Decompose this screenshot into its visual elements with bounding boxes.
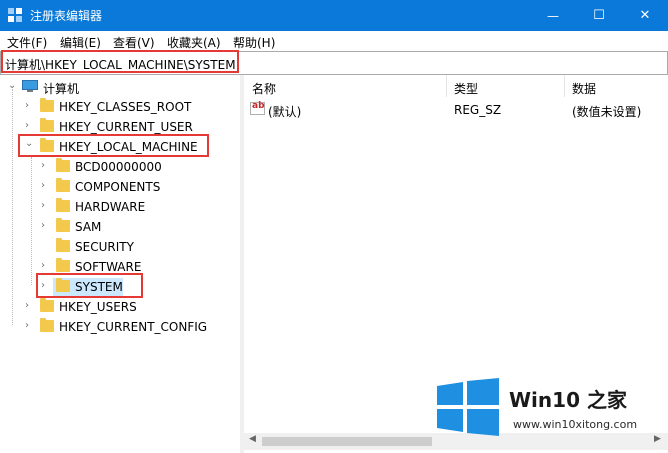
window-title: 注册表编辑器 (30, 9, 103, 23)
tree-item-components[interactable]: › COMPONENTS (0, 177, 240, 197)
tree-label: COMPONENTS (75, 180, 161, 194)
menu-edit[interactable]: 编辑(E) (60, 34, 101, 51)
chevron-right-icon[interactable]: › (41, 261, 49, 271)
value-row[interactable]: ab (默认) REG_SZ (数值未设置) (244, 99, 668, 119)
windows-logo-icon (437, 378, 499, 436)
tree-item-sam[interactable]: › SAM (0, 217, 240, 237)
string-value-icon: ab (250, 101, 265, 115)
system-highlight-box (36, 273, 143, 298)
folder-icon (40, 118, 54, 132)
chevron-right-icon[interactable]: › (41, 161, 49, 171)
tree-item-hkey-classes-root[interactable]: › HKEY_CLASSES_ROOT (0, 97, 240, 117)
value-name: (默认) (268, 105, 302, 119)
watermark-brand: Win10 之家 (509, 388, 627, 412)
tree-label: BCD00000000 (75, 160, 162, 174)
tree-label: SECURITY (75, 240, 134, 254)
tree-label: SAM (75, 220, 102, 234)
folder-icon (40, 298, 54, 312)
value-type: REG_SZ (454, 103, 502, 117)
chevron-right-icon[interactable]: › (25, 301, 33, 311)
menu-help[interactable]: 帮助(H) (233, 34, 275, 51)
close-button[interactable]: ✕ (622, 0, 668, 31)
value-data: (数值未设置) (572, 105, 642, 119)
tree-pane[interactable]: ⌄ 计算机 › HKEY_CLASSES_ROOT › HKEY_CURRENT… (0, 75, 241, 453)
tree-label-computer: 计算机 (43, 82, 80, 96)
tree-label: HKEY_USERS (59, 300, 137, 314)
scrollbar-thumb[interactable] (262, 437, 432, 446)
tree-label: HKEY_CLASSES_ROOT (59, 100, 192, 114)
tree-label: SOFTWARE (75, 260, 142, 274)
minimize-icon: — (547, 8, 559, 23)
chevron-right-icon[interactable]: › (41, 201, 49, 211)
column-header-name[interactable]: 名称 (244, 75, 447, 97)
folder-icon (56, 218, 70, 232)
folder-icon (56, 258, 70, 272)
column-header-type[interactable]: 类型 (446, 75, 565, 97)
win10-watermark: Win10 之家 www.win10xitong.com (437, 376, 662, 438)
folder-icon (40, 318, 54, 332)
scroll-left-icon[interactable]: ◀ (249, 434, 256, 444)
tree-item-computer[interactable]: ⌄ 计算机 (0, 77, 240, 97)
title-bar: 注册表编辑器 — ☐ ✕ (0, 0, 668, 31)
folder-icon (40, 98, 54, 112)
tree-item-hkey-users[interactable]: › HKEY_USERS (0, 297, 240, 317)
maximize-button[interactable]: ☐ (576, 0, 622, 31)
tree-item-hkey-current-config[interactable]: › HKEY_CURRENT_CONFIG (0, 317, 240, 337)
computer-icon (22, 80, 38, 92)
tree-label: HKEY_CURRENT_USER (59, 120, 193, 134)
menu-file[interactable]: 文件(F) (7, 34, 47, 51)
close-icon: ✕ (639, 8, 651, 23)
tree-item-bcd[interactable]: › BCD00000000 (0, 157, 240, 177)
menu-view[interactable]: 查看(V) (113, 34, 155, 51)
tree-item-hardware[interactable]: › HARDWARE (0, 197, 240, 217)
address-highlight-box (1, 50, 239, 73)
hklm-highlight-box (18, 134, 209, 157)
chevron-right-icon[interactable]: › (25, 321, 33, 331)
tree-item-security[interactable]: SECURITY (0, 237, 240, 257)
maximize-icon: ☐ (593, 8, 605, 23)
chevron-right-icon[interactable]: › (41, 181, 49, 191)
folder-icon (56, 158, 70, 172)
tree-label: HKEY_CURRENT_CONFIG (59, 320, 208, 334)
menu-favorites[interactable]: 收藏夹(A) (167, 34, 221, 51)
minimize-button[interactable]: — (530, 0, 576, 31)
column-header-data[interactable]: 数据 (564, 75, 668, 97)
chevron-right-icon[interactable]: › (25, 121, 33, 131)
menu-bar: 文件(F) 编辑(E) 查看(V) 收藏夹(A) 帮助(H) (0, 31, 668, 51)
folder-icon (56, 238, 70, 252)
chevron-right-icon[interactable]: › (41, 221, 49, 231)
registry-editor-icon (8, 8, 22, 22)
folder-icon (56, 178, 70, 192)
watermark-url: www.win10xitong.com (513, 418, 638, 431)
chevron-right-icon[interactable]: › (25, 101, 33, 111)
tree-label: HARDWARE (75, 200, 146, 214)
folder-icon (56, 198, 70, 212)
